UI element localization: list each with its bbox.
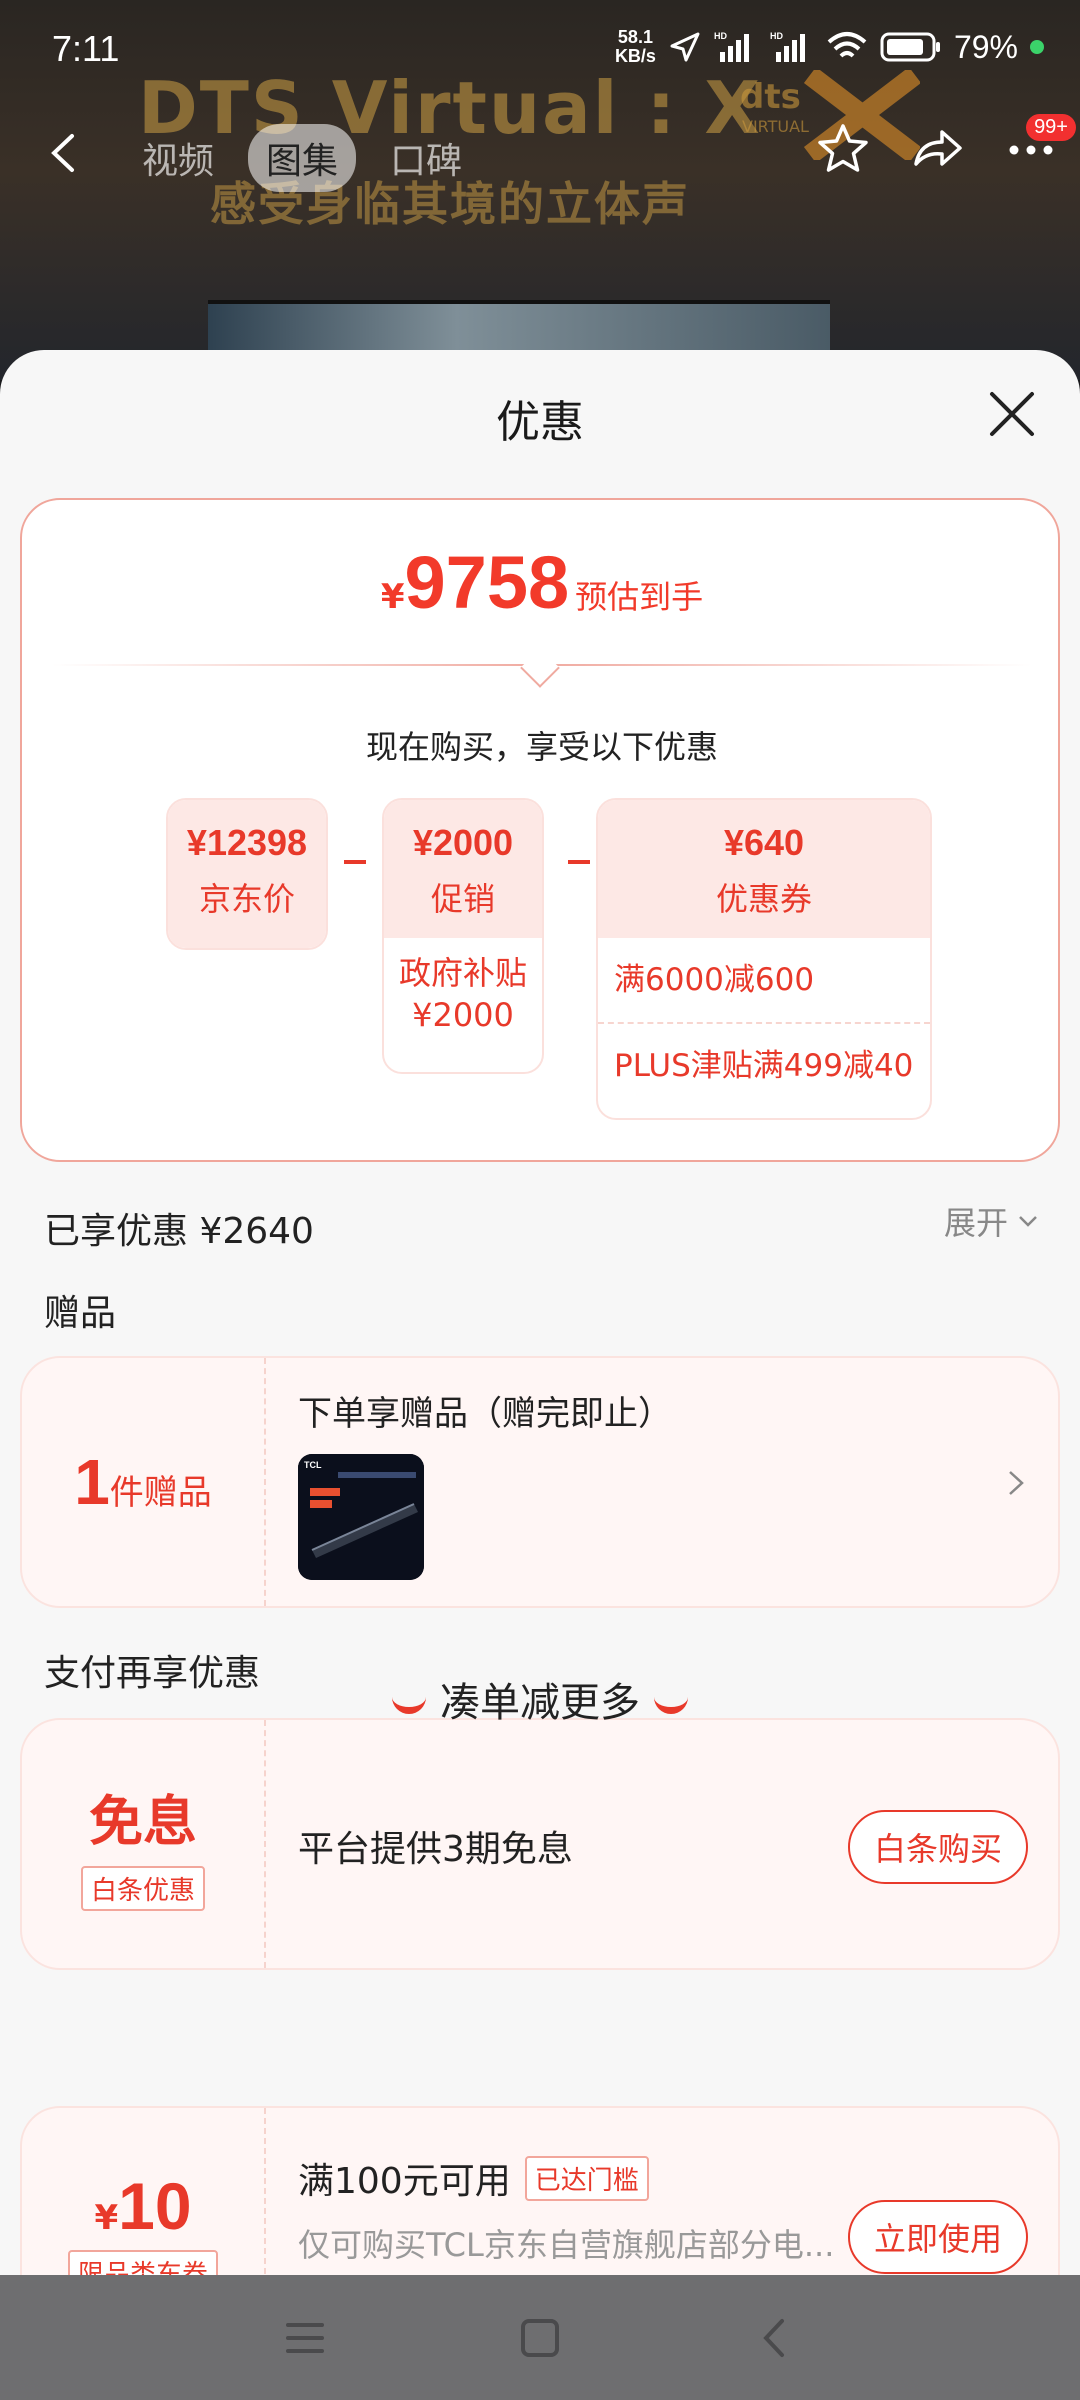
gift-count-block: 1件赠品 bbox=[22, 1358, 266, 1606]
gift-card[interactable]: 1件赠品 下单享赠品（赠完即止） TCL bbox=[20, 1356, 1060, 1608]
thumb-brand: TCL bbox=[304, 1460, 322, 1470]
gift-headline: 下单享赠品（赠完即止） bbox=[298, 1394, 672, 1434]
coupon-condition-row: 满100元可用 已达门槛 bbox=[298, 2152, 649, 2204]
tab-gallery[interactable]: 图集 bbox=[248, 124, 357, 192]
coupon-amount: ¥10 bbox=[94, 2168, 191, 2244]
discount-sheet: 优惠 ¥9758 预估到手 现在购买，享受以下优惠 ¥12398 京东价 ¥200… bbox=[0, 350, 1080, 2275]
coupon-value-number: 10 bbox=[118, 2169, 192, 2243]
share-icon[interactable] bbox=[908, 120, 966, 178]
price-tag: 预估到手 bbox=[575, 578, 704, 616]
menu-icon[interactable] bbox=[282, 2315, 328, 2361]
close-icon[interactable] bbox=[984, 386, 1040, 442]
coupon-condition: 满100元可用 bbox=[298, 2161, 511, 2202]
coupon-description: 仅可购买TCL京东自营旗舰店部分电... bbox=[298, 2226, 835, 2264]
minus-sign-2 bbox=[568, 860, 590, 864]
signal-icon: HD bbox=[714, 31, 749, 62]
coupon-amount-block: ¥10 限品类东券 bbox=[22, 2108, 266, 2275]
coupon-category-tag: 限品类东券 bbox=[67, 2250, 218, 2275]
system-navigation-bar bbox=[0, 2275, 1080, 2400]
baitiao-buy-button[interactable]: 白条购买 bbox=[847, 1810, 1028, 1884]
home-icon[interactable] bbox=[517, 2315, 563, 2361]
price-amount: 9758 bbox=[404, 541, 570, 624]
battery-percent: 79% bbox=[953, 28, 1018, 65]
net-speed-value: 58.1 bbox=[617, 27, 653, 47]
gift-count: 1件赠品 bbox=[74, 1445, 212, 1519]
privacy-indicator-icon bbox=[1030, 40, 1044, 54]
net-speed-unit: KB/s bbox=[614, 46, 656, 66]
nav-actions: 99+ bbox=[814, 114, 1076, 178]
signal-icon-2: HD bbox=[770, 31, 805, 62]
gift-thumbnail[interactable]: TCL bbox=[298, 1454, 424, 1580]
more-section-text: 凑单减更多 bbox=[440, 1680, 640, 1726]
price-currency: ¥ bbox=[380, 577, 405, 617]
buy-now-text: 现在购买，享受以下优惠 bbox=[365, 728, 718, 766]
more-section-title: 凑单减更多 bbox=[0, 1670, 1080, 1728]
installment-description: 平台提供3期免息 bbox=[298, 1829, 573, 1870]
message-badge: 99+ bbox=[1026, 114, 1076, 141]
jd-price-pill: ¥12398 京东价 bbox=[166, 798, 328, 950]
smile-left-icon bbox=[392, 1696, 426, 1714]
gift-count-unit: 件赠品 bbox=[109, 1473, 212, 1513]
promotion-pill: ¥2000 促销 政府补贴 ¥2000 bbox=[382, 798, 544, 1074]
promotion-value: ¥2000 bbox=[412, 822, 514, 863]
interest-free-label: 免息 bbox=[89, 1790, 197, 1853]
expand-label: 展开 bbox=[943, 1204, 1008, 1242]
chevron-right-icon bbox=[1009, 1471, 1024, 1495]
gov-subsidy-label: 政府补贴 bbox=[398, 954, 527, 992]
promotion-label: 促销 bbox=[430, 880, 495, 918]
product-nav-bar: 视频 图集 口碑 99+ bbox=[0, 110, 1080, 200]
minus-sign bbox=[344, 860, 366, 864]
saved-amount: 已享优惠 ¥2640 bbox=[44, 1211, 314, 1252]
back-arrow-icon[interactable] bbox=[40, 128, 90, 178]
gallery-tabs: 视频 图集 口碑 bbox=[124, 124, 480, 192]
jd-price-head: ¥12398 京东价 bbox=[168, 800, 326, 948]
coupon-currency: ¥ bbox=[94, 2198, 119, 2238]
estimated-price: ¥9758 预估到手 bbox=[22, 540, 1062, 625]
hd-label-2: HD bbox=[770, 31, 783, 41]
smile-right-icon bbox=[654, 1696, 688, 1714]
estimated-price-card: ¥9758 预估到手 现在购买，享受以下优惠 ¥12398 京东价 ¥2000 促… bbox=[20, 498, 1060, 1162]
location-icon bbox=[670, 32, 700, 62]
status-icons: 58.1 KB/s HD HD 79% bbox=[615, 28, 1044, 66]
jd-price-label: 京东价 bbox=[198, 880, 295, 918]
threshold-reached-badge: 已达门槛 bbox=[524, 2155, 649, 2201]
favorite-star-icon[interactable] bbox=[814, 120, 872, 178]
installment-card: 免息 白条优惠 平台提供3期免息 白条购买 bbox=[20, 1718, 1060, 1970]
installment-label-block: 免息 白条优惠 bbox=[22, 1720, 266, 1968]
tab-reviews[interactable]: 口碑 bbox=[372, 124, 480, 192]
gift-section-title: 赠品 bbox=[44, 1293, 117, 1334]
status-bar: 7:11 58.1 KB/s HD HD 79% bbox=[0, 0, 1080, 100]
expand-button[interactable]: 展开 bbox=[944, 1198, 1040, 1244]
tab-video[interactable]: 视频 bbox=[124, 124, 232, 192]
promotion-head: ¥2000 促销 bbox=[384, 800, 542, 938]
more-menu-button[interactable]: 99+ bbox=[1002, 114, 1076, 178]
coupon-card: ¥10 限品类东券 满100元可用 已达门槛 仅可购买TCL京东自营旗舰店部分电… bbox=[20, 2106, 1060, 2275]
status-time: 7:11 bbox=[52, 28, 120, 69]
coupon-rule-1: 满6000减600 bbox=[614, 962, 815, 998]
sheet-title: 优惠 bbox=[496, 397, 584, 448]
gov-subsidy-amount: ¥2000 bbox=[412, 996, 514, 1034]
coupon-pill: ¥640 优惠券 满6000减600 PLUS津贴满499减40 bbox=[596, 798, 932, 1120]
hd-label: HD bbox=[714, 31, 727, 41]
use-now-button[interactable]: 立即使用 bbox=[847, 2200, 1028, 2274]
coupon-label: 优惠券 bbox=[715, 880, 812, 918]
jd-price-value: ¥12398 bbox=[186, 822, 308, 863]
net-speed: 58.1 KB/s bbox=[615, 28, 656, 66]
chevron-down-icon bbox=[1019, 1216, 1037, 1227]
promotion-detail: 政府补贴 ¥2000 bbox=[384, 938, 542, 1050]
coupon-value: ¥640 bbox=[723, 822, 805, 863]
price-divider-notch bbox=[520, 648, 560, 688]
soundbar-image-icon: TCL bbox=[298, 1454, 424, 1580]
coupon-rule-2: PLUS津贴满499减40 bbox=[598, 1022, 930, 1106]
baitiao-tag: 白条优惠 bbox=[80, 1866, 205, 1911]
battery-icon bbox=[880, 32, 940, 62]
gift-count-number: 1 bbox=[74, 1446, 110, 1518]
wifi-icon bbox=[827, 32, 867, 58]
back-icon[interactable] bbox=[752, 2315, 798, 2361]
coupon-head: ¥640 优惠券 bbox=[598, 800, 930, 938]
